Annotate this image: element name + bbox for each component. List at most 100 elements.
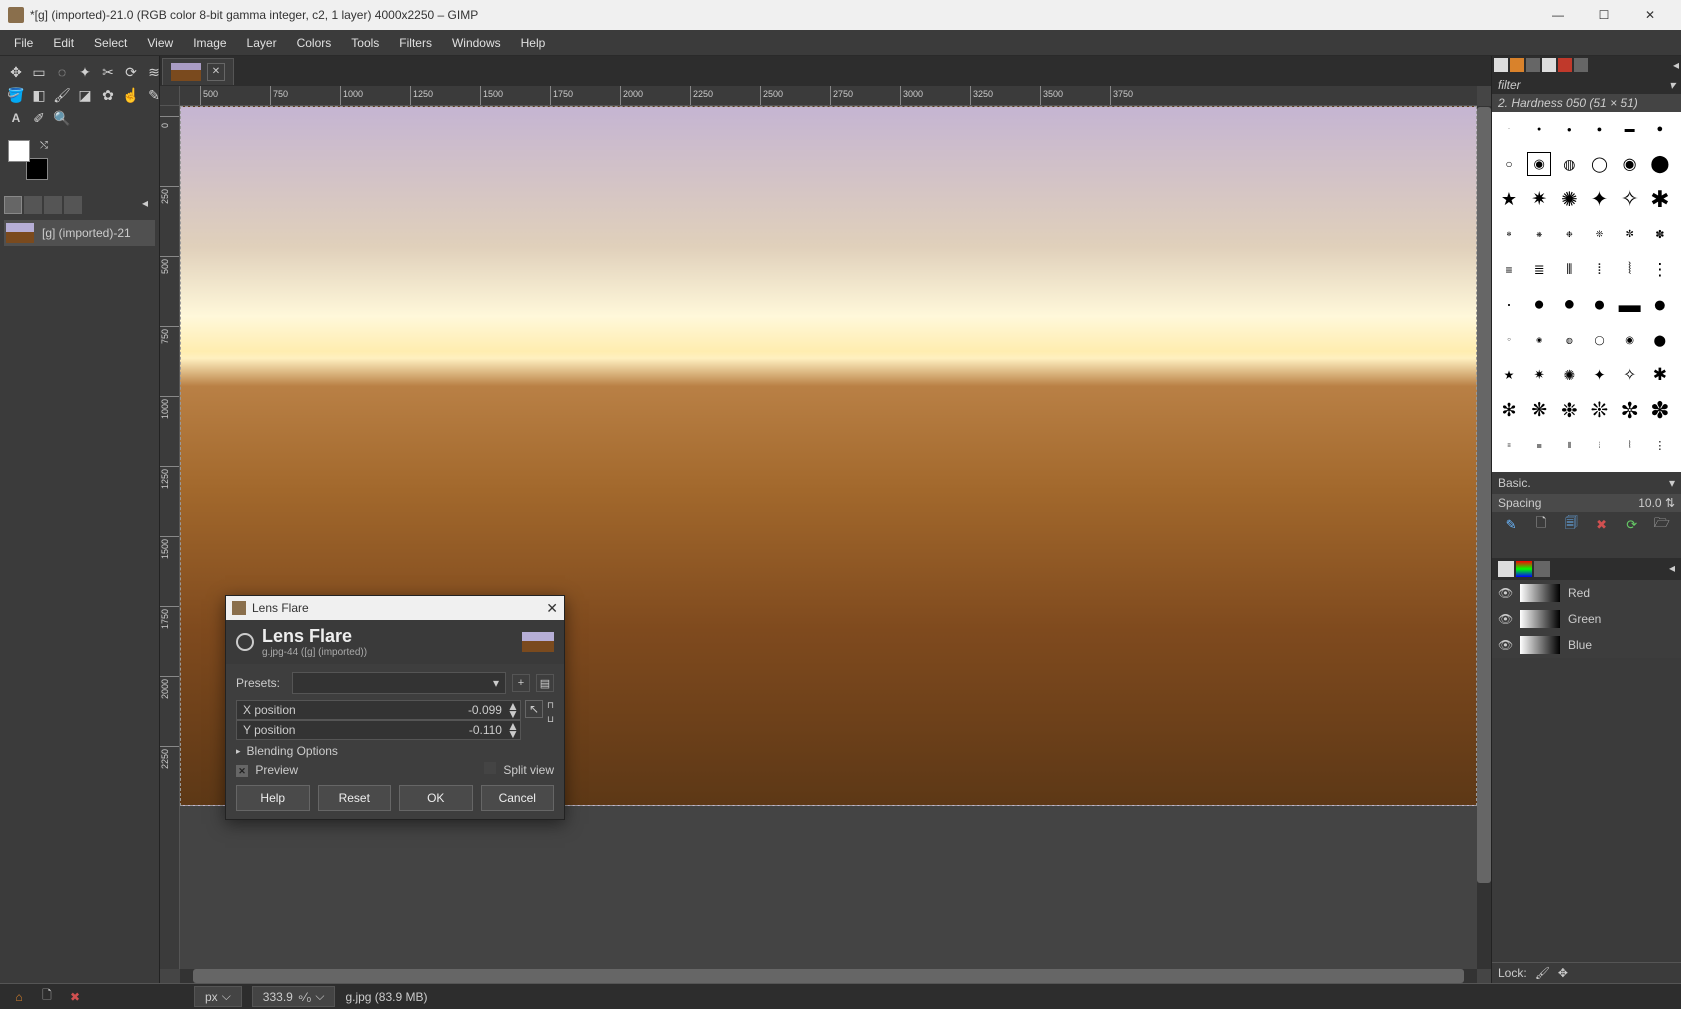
sb-icon-1[interactable]: 🗋 xyxy=(38,988,56,1006)
brush-item[interactable]: ◍ xyxy=(1558,329,1580,351)
patterns-dock-tab[interactable] xyxy=(1510,58,1524,72)
brush-item[interactable]: ❊ xyxy=(1588,400,1610,422)
transform-tool[interactable]: ⟳ xyxy=(121,62,141,82)
brush-item[interactable]: ❋ xyxy=(1528,400,1550,422)
brush-item[interactable]: ▬ xyxy=(1619,294,1641,316)
brush-item[interactable]: ○ xyxy=(1498,329,1520,351)
scrollbar-vertical[interactable] xyxy=(1477,106,1491,969)
brush-item[interactable]: · xyxy=(1498,118,1520,140)
swap-colors-icon[interactable]: ⤭ xyxy=(40,140,48,151)
ruler-vertical[interactable]: 0250500750100012501500175020002250 xyxy=(160,106,180,969)
brush-item[interactable]: ❋ xyxy=(1528,224,1550,246)
brush-item[interactable]: ≡ xyxy=(1498,259,1520,281)
brush-item[interactable]: ● xyxy=(1588,118,1610,140)
brush-item[interactable]: ● xyxy=(1528,118,1550,140)
new-brush-icon[interactable]: 🗋 xyxy=(1532,516,1550,534)
color-picker-tool[interactable]: ✐ xyxy=(29,108,49,128)
dialog-titlebar[interactable]: Lens Flare ✕ xyxy=(226,596,564,620)
tab-close-icon[interactable]: ✕ xyxy=(207,63,225,81)
brush-item[interactable]: ❉ xyxy=(1558,400,1580,422)
text-tool[interactable]: A xyxy=(6,108,26,128)
menu-windows[interactable]: Windows xyxy=(442,32,511,54)
edit-brush-icon[interactable]: ✎ xyxy=(1502,516,1520,534)
palettes-dock-tab[interactable] xyxy=(1574,58,1588,72)
dock-menu-arrow[interactable]: ◂ xyxy=(1673,58,1679,74)
brush-item[interactable]: ❊ xyxy=(1588,224,1610,246)
menu-view[interactable]: View xyxy=(137,32,183,54)
eraser-tool[interactable]: ◪ xyxy=(75,85,95,105)
brush-item[interactable]: ◯ xyxy=(1588,153,1610,175)
sb-icon-2[interactable]: ✖ xyxy=(66,988,84,1006)
brush-item[interactable]: ✽ xyxy=(1649,400,1671,422)
maximize-button[interactable]: ☐ xyxy=(1581,0,1627,30)
dialog-close-icon[interactable]: ✕ xyxy=(546,600,558,617)
image-tab[interactable]: ✕ xyxy=(162,58,234,85)
blending-options-expander[interactable]: ▸ Blending Options xyxy=(236,744,554,758)
clone-tool[interactable]: ✿ xyxy=(98,85,118,105)
lens-flare-dialog[interactable]: Lens Flare ✕ Lens Flare g.jpg-44 ([g] (i… xyxy=(225,595,565,820)
brush-item[interactable]: ✱ xyxy=(1649,188,1671,210)
add-preset-icon[interactable]: + xyxy=(512,674,530,692)
brush-item[interactable]: ⦚ xyxy=(1619,259,1641,281)
brush-item[interactable]: ✺ xyxy=(1558,188,1580,210)
brush-item[interactable]: ⦙ xyxy=(1588,435,1610,457)
brush-item[interactable]: ✻ xyxy=(1498,224,1520,246)
visibility-icon[interactable]: 👁 xyxy=(1498,586,1512,600)
brush-item[interactable]: ● xyxy=(1649,118,1671,140)
zoom-select[interactable]: 333.9∘⁄₀⌵ xyxy=(252,986,336,1007)
menu-edit[interactable]: Edit xyxy=(43,32,84,54)
refresh-brush-icon[interactable]: ⟳ xyxy=(1623,516,1641,534)
menu-filters[interactable]: Filters xyxy=(389,32,442,54)
dock-menu-arrow[interactable]: ◂ xyxy=(135,196,155,214)
brush-item[interactable]: ✷ xyxy=(1528,364,1550,386)
brush-dynamics-select[interactable]: Basic. ▾ xyxy=(1492,472,1681,494)
brush-item[interactable]: ⋮ xyxy=(1649,259,1671,281)
fg-bg-colors[interactable]: ⤭ xyxy=(8,140,48,180)
fonts-dock-tab[interactable] xyxy=(1526,58,1540,72)
paths-tab[interactable] xyxy=(1534,561,1550,577)
brush-item[interactable]: ⦀ xyxy=(1558,259,1580,281)
zoom-tool[interactable]: 🔍 xyxy=(52,108,72,128)
brush-item[interactable]: ✽ xyxy=(1649,224,1671,246)
split-view-checkbox[interactable]: Split view xyxy=(484,762,554,777)
brush-item[interactable]: ○ xyxy=(1498,153,1520,175)
brush-item[interactable]: ✦ xyxy=(1588,364,1610,386)
undo-history-tab[interactable] xyxy=(44,196,62,214)
duplicate-brush-icon[interactable]: 🗐 xyxy=(1562,516,1580,534)
brushes-dock-tab[interactable] xyxy=(1494,58,1508,72)
menu-tools[interactable]: Tools xyxy=(341,32,389,54)
ok-button[interactable]: OK xyxy=(399,785,473,811)
menu-layer[interactable]: Layer xyxy=(237,32,287,54)
brush-item[interactable]: ★ xyxy=(1498,188,1520,210)
brush-item[interactable]: ⦙ xyxy=(1588,259,1610,281)
channel-row[interactable]: 👁 Red xyxy=(1492,580,1681,606)
brush-item[interactable]: ● xyxy=(1558,294,1580,316)
gradients-dock-tab[interactable] xyxy=(1558,58,1572,72)
ruler-horizontal[interactable]: 5007501000125015001750200022502500275030… xyxy=(180,86,1477,106)
free-select-tool[interactable]: ◌ xyxy=(52,62,72,82)
brush-item[interactable]: ⦀ xyxy=(1558,435,1580,457)
brush-item[interactable]: ◉ xyxy=(1619,153,1641,175)
brush-item[interactable]: ● xyxy=(1649,294,1671,316)
move-tool[interactable]: ✥ xyxy=(6,62,26,82)
scrollbar-horizontal[interactable] xyxy=(180,969,1477,983)
unit-select[interactable]: px⌵ xyxy=(194,986,242,1007)
manage-preset-icon[interactable]: ▤ xyxy=(536,674,554,692)
image-list-item[interactable]: [g] (imported)-21 xyxy=(4,220,155,246)
brush-item[interactable]: · xyxy=(1498,294,1520,316)
brush-item[interactable]: ★ xyxy=(1498,364,1520,386)
visibility-icon[interactable]: 👁 xyxy=(1498,612,1512,626)
link-chain-icon[interactable]: ⊔ xyxy=(547,714,554,725)
brush-item[interactable]: ◉ xyxy=(1528,153,1550,175)
delete-brush-icon[interactable]: ✖ xyxy=(1593,516,1611,534)
nav-icon[interactable]: ⌂ xyxy=(10,988,28,1006)
y-position-input[interactable]: Y position -0.110 ▲▼ xyxy=(236,720,521,740)
brush-item[interactable]: ✼ xyxy=(1619,224,1641,246)
brush-item[interactable]: ⦚ xyxy=(1619,435,1641,457)
brush-item[interactable]: ✧ xyxy=(1619,188,1641,210)
brush-grid[interactable]: ·●●●▬●○◉◍◯◉⬤★✷✺✦✧✱✻❋❉❊✼✽≡≣⦀⦙⦚⋮·●●●▬●○◉◍◯… xyxy=(1492,112,1681,472)
brush-item[interactable]: ◉ xyxy=(1528,329,1550,351)
layers-tab[interactable] xyxy=(1498,561,1514,577)
images-tab[interactable] xyxy=(4,196,22,214)
preview-checkbox[interactable]: ✕ Preview xyxy=(236,763,298,777)
